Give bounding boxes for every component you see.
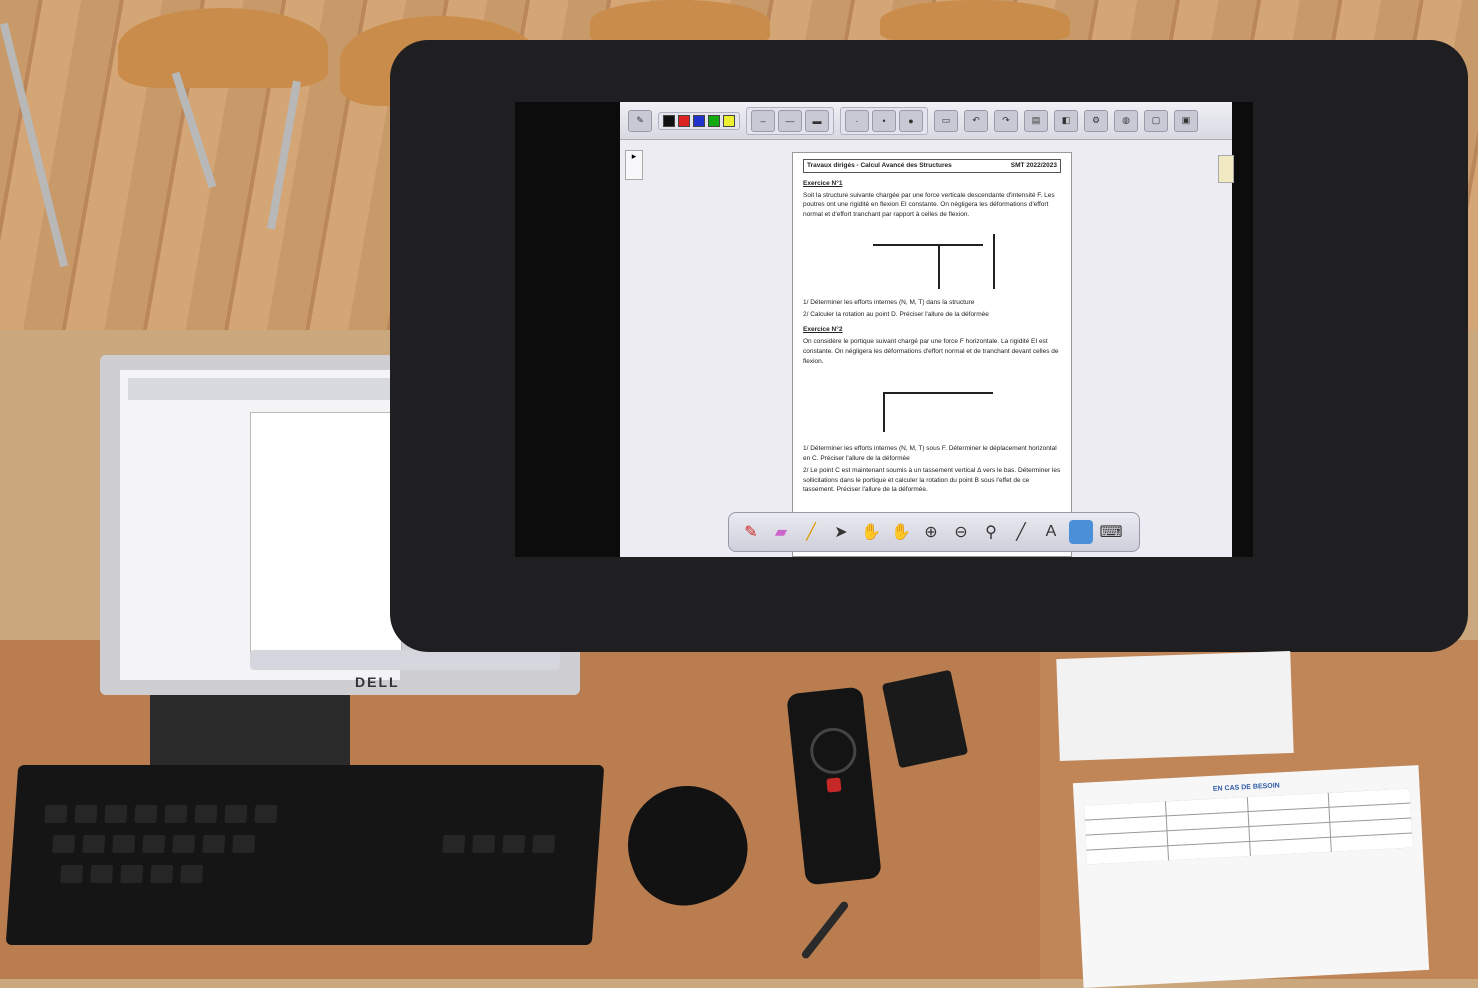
dot-small-icon[interactable]: · [845, 109, 869, 132]
exercise1-text: Soit la structure suivante chargée par u… [803, 191, 1055, 219]
dot-large-icon[interactable]: ● [899, 109, 923, 132]
color-swatch-red[interactable] [678, 114, 690, 127]
key [150, 865, 174, 883]
keyboard-icon[interactable]: ⌨ [1099, 520, 1123, 544]
app-toolbar: ✎ ‒ — ▬ · • ● ▭ ↶ ↷ ▤ ◧ ⚙ ◍ ▢ ▣ [620, 102, 1232, 140]
chair-seat [118, 8, 328, 88]
dell-app-toolbar [128, 378, 398, 400]
pointer-icon[interactable]: ➤ [829, 520, 853, 544]
key [224, 805, 248, 823]
undo-icon[interactable]: ↶ [964, 109, 988, 132]
pan-icon[interactable]: ✋ [889, 520, 913, 544]
color-swatch-green[interactable] [708, 114, 720, 127]
exercise1-question1: 1/ Déterminer les efforts internes (N, M… [803, 298, 975, 306]
remote-red-button [826, 777, 842, 793]
notice-table [1084, 788, 1413, 865]
key [254, 805, 278, 823]
page-nav-right[interactable] [1218, 155, 1234, 183]
keyboard [5, 765, 605, 945]
dell-logo: DELL [355, 674, 400, 690]
exercise2-figure [803, 370, 1061, 440]
document-header: Travaux dirigés - Calcul Avancé des Stru… [803, 159, 1061, 173]
key [82, 835, 106, 853]
layers-icon[interactable]: ◧ [1054, 109, 1078, 132]
redo-icon[interactable]: ↷ [994, 109, 1018, 132]
zoom-in-icon[interactable]: ⊕ [919, 520, 943, 544]
key [52, 835, 76, 853]
key [60, 865, 84, 883]
header-left: Travaux dirigés - Calcul Avancé des Stru… [807, 162, 952, 169]
column [993, 233, 995, 289]
hand-icon[interactable]: ✋ [859, 520, 883, 544]
line-icon[interactable]: ╱ [1009, 520, 1033, 544]
pen-icon[interactable]: ✎ [739, 520, 763, 544]
column [938, 243, 940, 289]
exercise2-question1: 1/ Déterminer les efforts internes (N, M… [803, 445, 1057, 462]
page-nav-left[interactable]: ▸ [625, 150, 643, 180]
window-icon[interactable]: ▢ [1144, 109, 1168, 132]
key [172, 835, 196, 853]
globe-icon[interactable]: ◍ [1114, 109, 1138, 132]
key [180, 865, 204, 883]
dell-document-page [250, 412, 402, 654]
spotlight-icon[interactable]: ⚲ [979, 520, 1003, 544]
dell-floating-toolbar [250, 650, 560, 670]
page-icon[interactable]: ▤ [1024, 109, 1048, 132]
header-right: SMT 2022/2023 [1010, 162, 1057, 169]
settings-icon[interactable]: ⚙ [1084, 109, 1108, 132]
exercise1-question2: 2/ Calculer la rotation au point D. Préc… [803, 310, 989, 318]
key [202, 835, 226, 853]
key [472, 835, 496, 853]
thickness-group: · • ● [840, 106, 928, 135]
key [44, 805, 68, 823]
dot-medium-icon[interactable]: • [872, 109, 896, 132]
key [442, 835, 466, 853]
key [142, 835, 166, 853]
color-swatch-yellow[interactable] [723, 114, 735, 127]
notice-sheet [1056, 650, 1294, 762]
exercise2-text: On considère le portique suivant chargé … [803, 338, 1059, 365]
key [112, 835, 136, 853]
color-swatch-black[interactable] [663, 114, 675, 127]
key [164, 805, 188, 823]
highlighter-icon[interactable]: ╱ [799, 520, 823, 544]
key [120, 865, 144, 883]
monitor-icon[interactable]: ▣ [1174, 109, 1198, 132]
exercise2-title: Exercice N°2 [803, 326, 843, 334]
key [134, 805, 158, 823]
floating-toolbar: ✎ ▰ ╱ ➤ ✋ ✋ ⊕ ⊖ ⚲ ╱ A ⌨ [728, 512, 1140, 552]
key [104, 805, 128, 823]
key [90, 865, 114, 883]
beam [883, 392, 993, 395]
chair-seat [590, 0, 770, 45]
line-style-group: ‒ — ▬ [746, 106, 834, 135]
screen-icon[interactable] [1069, 520, 1093, 544]
remote-dpad [808, 725, 859, 777]
text-icon[interactable]: A [1039, 520, 1063, 544]
exercise2-question2: 2/ Le point C est maintenant soumis à un… [803, 466, 1061, 494]
beam [873, 243, 983, 246]
chair-seat [880, 0, 1070, 42]
notice-sheet-bottom: EN CAS DE BESOIN [1072, 765, 1430, 988]
key [502, 835, 526, 853]
exercise1-figure [803, 224, 1061, 294]
key [194, 805, 218, 823]
line-medium-icon[interactable]: — [778, 109, 802, 132]
key [532, 835, 556, 853]
color-palette [658, 111, 740, 130]
zoom-out-icon[interactable]: ⊖ [949, 520, 973, 544]
eraser-icon[interactable]: ▰ [769, 520, 793, 544]
key [232, 835, 256, 853]
color-swatch-blue[interactable] [693, 114, 705, 127]
line-thick-icon[interactable]: ▬ [805, 109, 829, 132]
key [74, 805, 98, 823]
line-dashed-icon[interactable]: ‒ [751, 109, 775, 132]
pen-tool-icon[interactable]: ✎ [628, 109, 652, 132]
document-page: Travaux dirigés - Calcul Avancé des Stru… [792, 152, 1072, 557]
column [883, 392, 885, 433]
clear-icon[interactable]: ▭ [934, 109, 958, 132]
exercise1-title: Exercice N°1 [803, 179, 843, 187]
